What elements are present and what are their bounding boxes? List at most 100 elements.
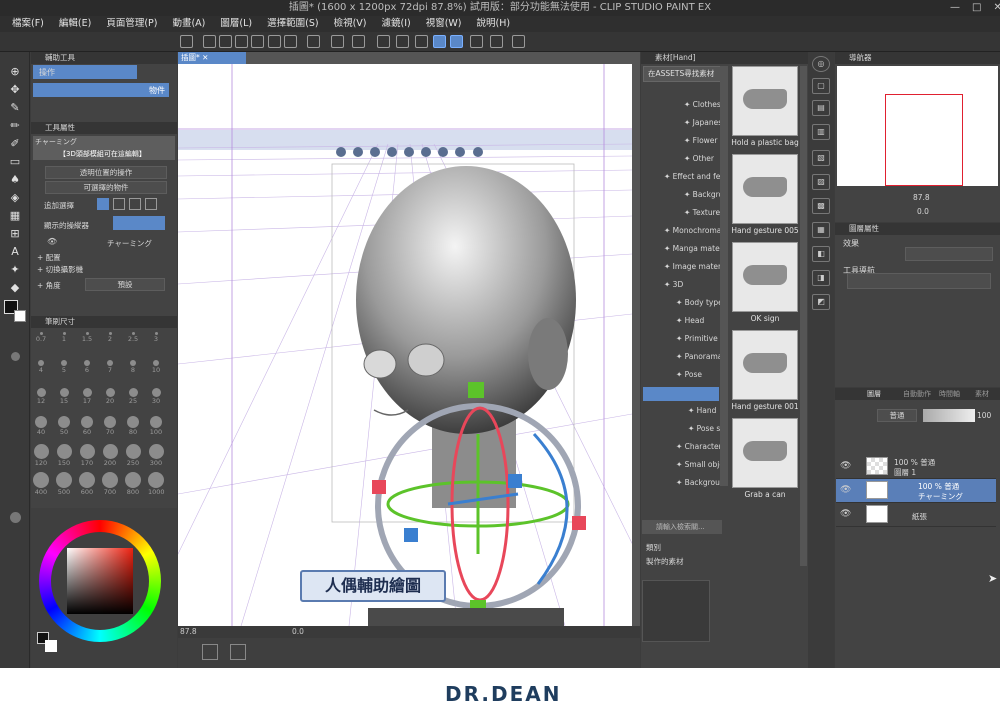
color-set-icon[interactable]: ▩ (812, 198, 830, 214)
open-file-icon[interactable] (219, 35, 232, 48)
angle-dropdown[interactable]: 預設 (85, 278, 165, 291)
layer-visibility-icon[interactable]: 👁 (840, 461, 851, 471)
correct-line-tool-icon[interactable]: ◆ (6, 280, 24, 296)
add-selection-mode-button-3[interactable] (129, 198, 141, 210)
tree-item[interactable]: ✦ Effect and fe (650, 168, 724, 185)
tree-item[interactable]: ✦ Monochromatic (650, 222, 724, 239)
menu-window[interactable]: 視窗(W) (426, 16, 462, 32)
brush-size-cell[interactable]: 1 (56, 332, 72, 348)
material-thumbnail[interactable] (732, 418, 798, 488)
brush-size-cell[interactable]: 250 (125, 444, 141, 467)
navigator-preview[interactable] (837, 66, 998, 186)
brush-size-cell[interactable]: 25 (125, 388, 141, 405)
sub-tool-object[interactable]: 物件 (33, 83, 169, 97)
tree-item[interactable]: ✦ Image material (650, 258, 724, 275)
zoom-tool-icon[interactable]: ⊕ (6, 64, 24, 80)
snap-ruler-icon[interactable] (433, 35, 446, 48)
material-thumbnail[interactable] (732, 242, 798, 312)
brush-size-cell[interactable]: 5 (56, 360, 72, 376)
brush-size-cell[interactable]: 0.7 (33, 332, 49, 348)
brush-size-cell[interactable]: 12 (33, 388, 49, 405)
material-search-input[interactable]: 請輸入檢索關... (642, 520, 722, 534)
tree-item[interactable]: ✦ Background (650, 474, 724, 491)
add-selection-mode-button[interactable] (97, 198, 109, 210)
rotate-x-handle[interactable] (372, 480, 386, 494)
select-all-icon[interactable] (307, 35, 320, 48)
redo-icon[interactable] (284, 35, 297, 48)
layer-search-icon[interactable]: ▧ (812, 150, 830, 166)
close-icon[interactable]: ✕ (993, 0, 1000, 16)
intermediate-color-icon[interactable]: ▦ (812, 222, 830, 238)
thumbnail-scrollbar[interactable] (800, 66, 807, 566)
deselect-icon[interactable] (331, 35, 344, 48)
animation-cels-icon[interactable]: ▨ (812, 174, 830, 190)
material-thumbnail[interactable] (732, 66, 798, 136)
brush-size-cell[interactable]: 300 (148, 444, 164, 467)
tree-item[interactable]: ✦ 3D (650, 276, 724, 293)
camera-toolbar[interactable] (336, 147, 483, 157)
y-axis-handle[interactable] (468, 382, 484, 398)
settings-icon[interactable] (512, 35, 525, 48)
approximate-color-icon[interactable]: ◧ (812, 246, 830, 262)
clear-icon[interactable] (377, 35, 390, 48)
tab-auto-action[interactable]: 自動動作 (903, 388, 931, 400)
quick-access-icon[interactable]: ◩ (812, 294, 830, 310)
brush-size-cell[interactable]: 7 (102, 360, 118, 376)
pencil-tool-icon[interactable]: ✏ (6, 118, 24, 134)
tree-item[interactable]: ✦ Hand (650, 402, 724, 419)
figure-tool-icon[interactable]: ⊞ (6, 226, 24, 242)
brush-size-cell[interactable]: 200 (102, 444, 118, 467)
brush-size-cell[interactable]: 1.5 (79, 332, 95, 348)
tree-item[interactable]: ✦ Clothes pa (650, 96, 724, 113)
undo-icon[interactable] (268, 35, 281, 48)
brush-size-cell[interactable]: 50 (56, 416, 72, 436)
pen-tool-icon[interactable]: ✎ (6, 100, 24, 116)
gradient-tool-icon[interactable]: ▦ (6, 208, 24, 224)
tree-item[interactable]: ✦ Small object (650, 456, 724, 473)
move-tool-icon[interactable]: ✥ (6, 82, 24, 98)
brush-size-cell[interactable]: 170 (79, 444, 95, 467)
transform-icon[interactable] (415, 35, 428, 48)
rotate-x-handle-2[interactable] (572, 516, 586, 530)
navigator-icon[interactable]: ◎ (812, 56, 830, 72)
export-icon[interactable] (251, 35, 264, 48)
add-selection-mode-button-2[interactable] (113, 198, 125, 210)
brush-size-cell[interactable]: 40 (33, 416, 49, 436)
tree-item[interactable]: ✦ Background (650, 186, 724, 203)
invert-selection-icon[interactable] (352, 35, 365, 48)
brush-size-cell[interactable]: 6 (79, 360, 95, 376)
tree-scrollbar[interactable] (720, 66, 728, 486)
tool-navigation-button[interactable] (847, 273, 991, 289)
brush-size-cell[interactable]: 10 (148, 360, 164, 376)
layer-row-3[interactable]: 👁 紙張 (836, 503, 996, 527)
new-file-icon[interactable] (203, 35, 216, 48)
snap-special-ruler-icon[interactable] (450, 35, 463, 48)
thumbnail-toggle-icon[interactable] (202, 644, 218, 660)
balloon-tool-icon[interactable]: ✦ (6, 262, 24, 278)
menu-edit[interactable]: 編輯(E) (59, 16, 91, 32)
menu-view[interactable]: 檢視(V) (334, 16, 367, 32)
assets-search-button[interactable]: 在ASSETS尋找素材 (643, 66, 727, 82)
tree-item[interactable]: ✦ Flower and (650, 132, 724, 149)
fill-icon[interactable] (396, 35, 409, 48)
brush-size-cell[interactable]: 15 (56, 388, 72, 405)
history-icon[interactable]: ▥ (812, 124, 830, 140)
sub-color-swatch[interactable] (14, 310, 26, 322)
brush-size-cell[interactable]: 20 (102, 388, 118, 405)
menu-filter[interactable]: 濾鏡(I) (381, 16, 410, 32)
page-icon[interactable] (230, 644, 246, 660)
color-history-icon[interactable]: ◨ (812, 270, 830, 286)
layout-section[interactable]: + 配置 (37, 252, 61, 263)
home-icon[interactable] (180, 35, 193, 48)
opacity-value[interactable]: 100 (977, 411, 991, 420)
tab-material[interactable]: 素材 (975, 388, 989, 400)
menu-animation[interactable]: 動畫(A) (172, 16, 205, 32)
brush-size-cell[interactable]: 4 (33, 360, 49, 376)
brush-tool-icon[interactable]: ✐ (6, 136, 24, 152)
brush-size-cell[interactable]: 60 (79, 416, 95, 436)
menu-page[interactable]: 頁面管理(P) (106, 16, 157, 32)
category-value[interactable]: 製作的素材 (646, 556, 684, 567)
blend-mode-dropdown[interactable]: 普通 (877, 409, 917, 422)
canvas-view[interactable] (178, 64, 632, 636)
brush-size-cell[interactable]: 600 (79, 472, 95, 496)
